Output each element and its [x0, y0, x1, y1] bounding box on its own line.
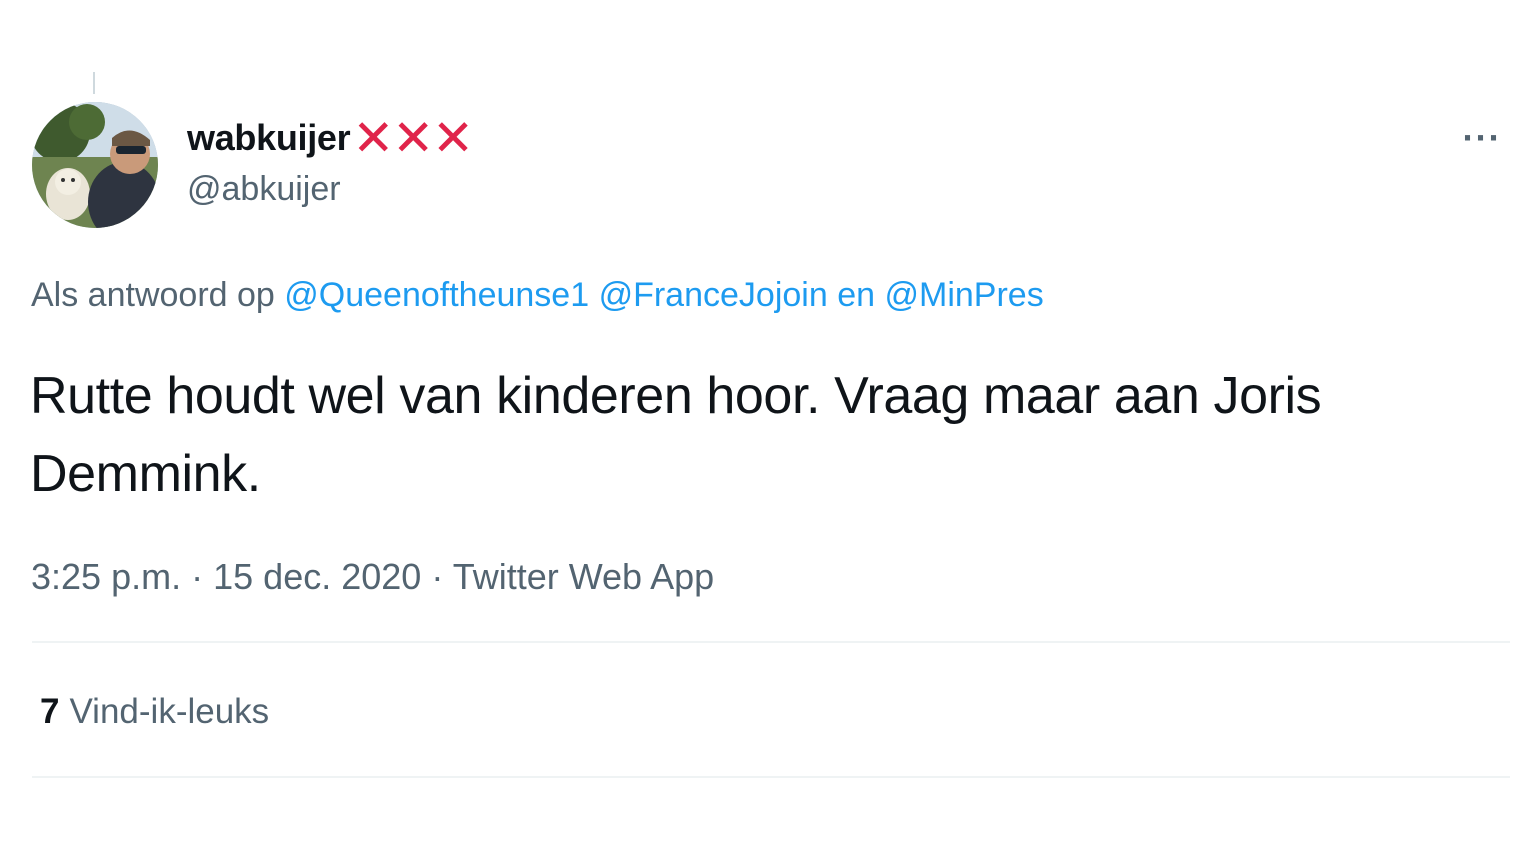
author-name-row[interactable]: wabkuijer ✕✕✕ [187, 108, 474, 168]
likes-count-link[interactable]: 7 Vind-ik-leuks [40, 692, 269, 732]
reply-context: Als antwoord op @Queenoftheunse1 @France… [31, 276, 1044, 315]
mention-link[interactable]: @Queenoftheunse1 [284, 276, 589, 314]
avatar[interactable] [32, 102, 158, 228]
reply-prefix: Als antwoord op [31, 276, 275, 314]
divider [32, 776, 1510, 778]
tweet-metadata: 3:25 p.m. · 15 dec. 2020 · Twitter Web A… [31, 556, 714, 598]
tweet-body-text: Rutte houdt wel van kinderen hoor. Vraag… [30, 367, 1322, 503]
mention-link[interactable]: @FranceJojoin [599, 276, 828, 314]
more-options-icon[interactable]: ··· [1456, 117, 1508, 158]
tweet-date[interactable]: 15 dec. 2020 [213, 556, 421, 597]
tweet-source[interactable]: Twitter Web App [453, 556, 714, 597]
meta-separator: · [431, 556, 444, 597]
likes-count: 7 [40, 692, 60, 731]
author-display-name[interactable]: wabkuijer [187, 117, 351, 159]
thread-connector-line [93, 72, 95, 94]
tweet: wabkuijer ✕✕✕ @abkuijer ··· Als antwoord… [0, 0, 1536, 864]
meta-separator: · [191, 556, 204, 597]
mention-link[interactable]: @MinPres [884, 276, 1043, 314]
reply-conjunction: en [837, 276, 876, 314]
name-suffix-x-icons: ✕✕✕ [352, 110, 474, 166]
author-handle[interactable]: @abkuijer [187, 170, 341, 209]
avatar-photo-icon [32, 102, 158, 228]
likes-label: Vind-ik-leuks [69, 692, 270, 731]
tweet-time[interactable]: 3:25 p.m. [31, 556, 181, 597]
divider [32, 641, 1510, 643]
